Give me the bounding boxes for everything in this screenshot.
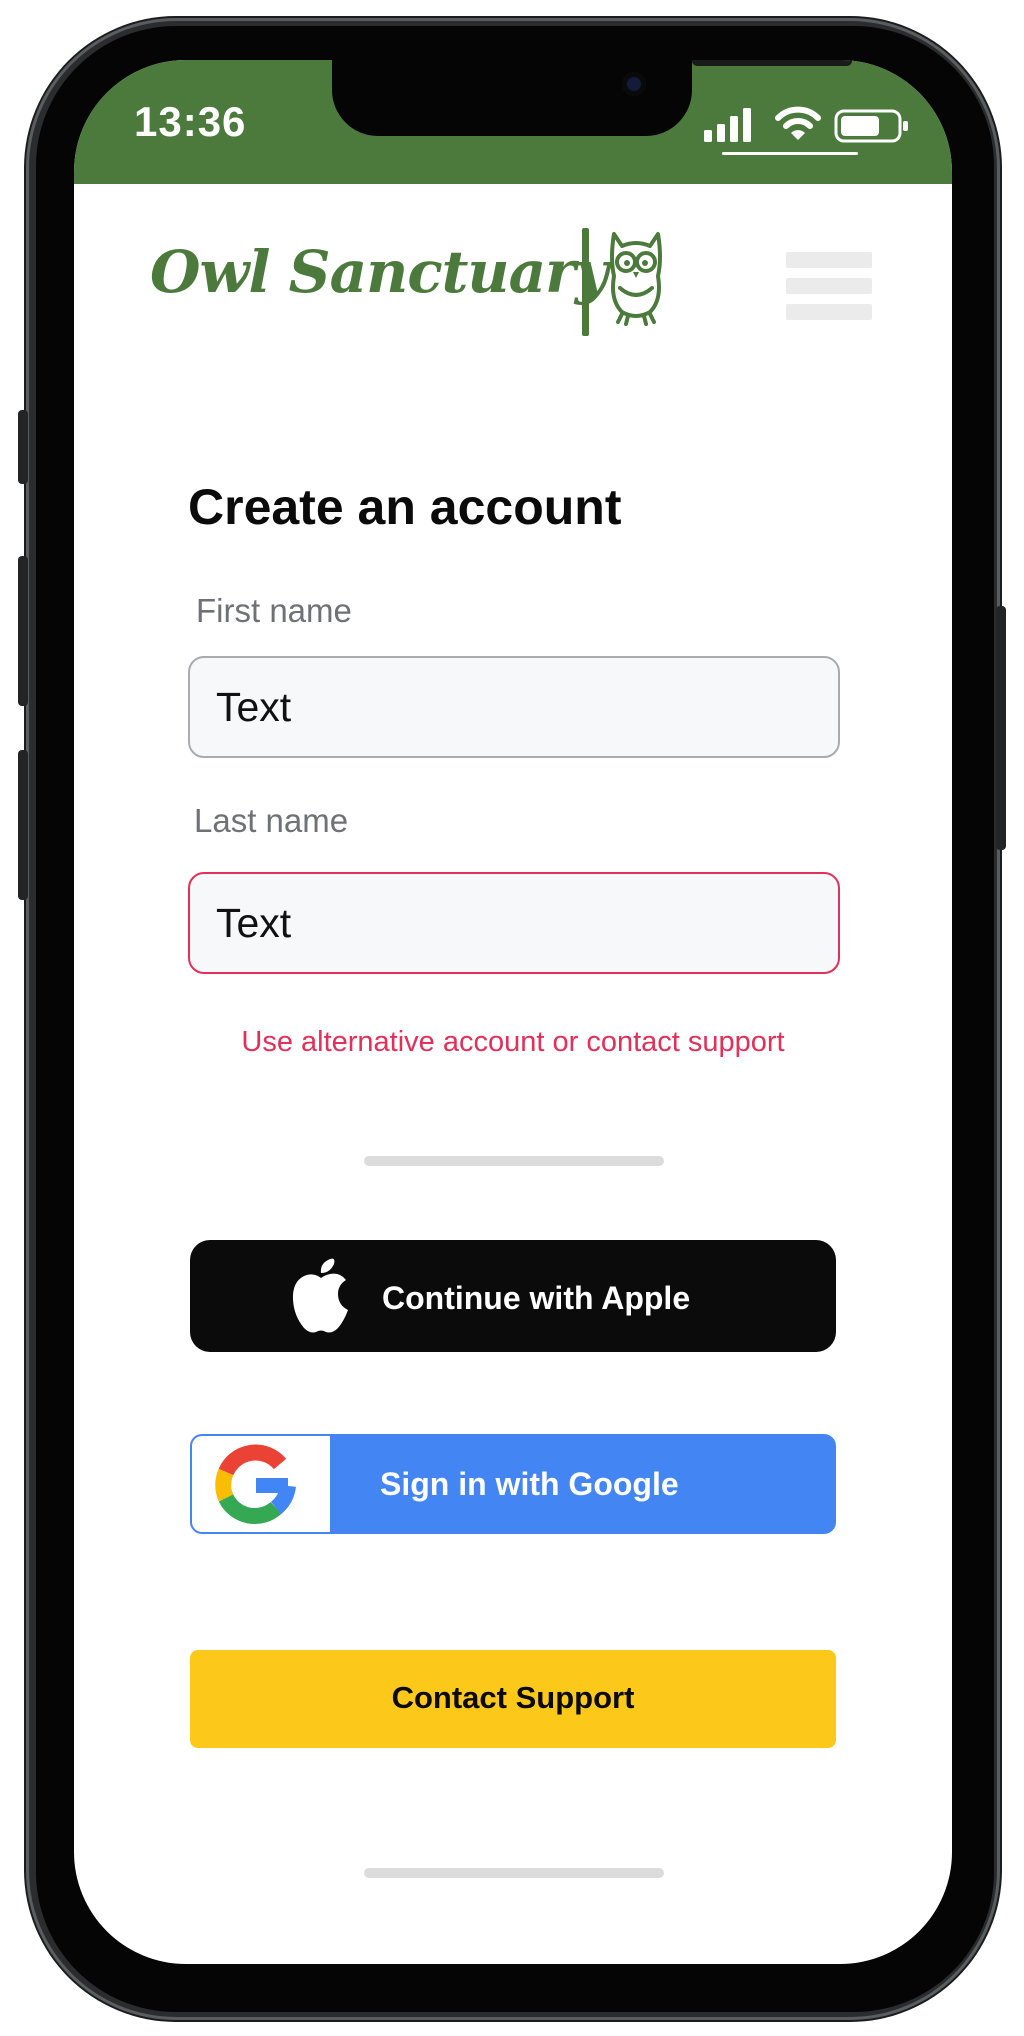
volume-down-button (18, 750, 28, 900)
owl-icon (610, 232, 662, 326)
brand[interactable]: Owl Sanctuary (150, 220, 670, 330)
wifi-icon (775, 106, 821, 140)
status-time: 13:36 (134, 98, 247, 145)
error-message: Use alternative account or contact suppo… (241, 1026, 785, 1058)
mute-switch (18, 410, 28, 484)
brand-divider (582, 228, 589, 336)
last-name-label: Last name (194, 802, 349, 839)
hamburger-menu-icon[interactable] (786, 252, 872, 320)
first-name-label: First name (196, 592, 352, 629)
notch (332, 60, 852, 136)
front-camera (622, 72, 646, 96)
google-button-label: Sign in with Google (380, 1466, 679, 1502)
volume-up-button (18, 556, 28, 706)
status-bar: 13:36 (74, 60, 952, 184)
power-button (996, 606, 1006, 850)
section-divider (364, 1156, 664, 1166)
google-logo-tile (192, 1436, 330, 1532)
battery-icon (834, 109, 908, 143)
google-logo-icon (215, 1444, 296, 1525)
apple-button-label: Continue with Apple (382, 1280, 691, 1316)
page-title: Create an account (188, 479, 622, 535)
contact-support-button[interactable]: Contact Support (190, 1650, 836, 1748)
brand-name: Owl Sanctuary (150, 238, 608, 306)
support-button-label: Contact Support (391, 1680, 635, 1715)
status-icons (702, 104, 922, 144)
phone-screen: 13:36 Owl Sanctuary Create an account Fi… (74, 60, 952, 1964)
apple-logo-icon (292, 1258, 348, 1333)
status-underline (722, 152, 858, 155)
last-name-field[interactable] (188, 872, 840, 974)
signal-icon (704, 108, 751, 142)
first-name-field[interactable] (188, 656, 840, 758)
home-indicator[interactable] (364, 1868, 664, 1878)
sign-in-with-google-button[interactable]: Sign in with Google (190, 1434, 836, 1534)
continue-with-apple-button[interactable]: Continue with Apple (190, 1240, 836, 1352)
speaker-grille (692, 60, 852, 66)
